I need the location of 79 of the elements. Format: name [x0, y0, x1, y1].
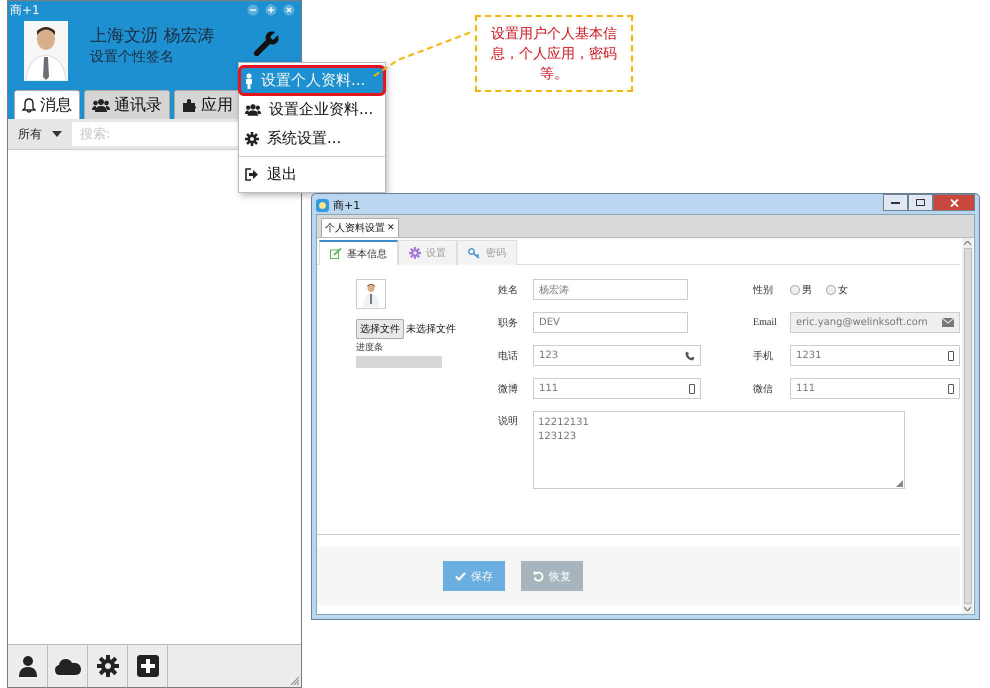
cloud-icon [54, 657, 80, 675]
minimize-icon[interactable] [247, 4, 259, 16]
app-icon [316, 199, 329, 212]
gear-icon [409, 247, 421, 259]
tab-title: 个人资料设置 [325, 222, 385, 235]
field-label: 微信 [753, 382, 774, 396]
resize-grip-icon[interactable] [896, 480, 903, 487]
field-label: 姓名 [498, 284, 519, 296]
resize-grip-icon[interactable] [289, 675, 299, 685]
sign-out-icon [245, 168, 259, 181]
undo-icon [533, 570, 544, 582]
notes-field[interactable]: 12212131 123123 [533, 411, 905, 489]
close-icon[interactable] [283, 4, 295, 16]
gear-icon [245, 132, 259, 146]
field-label: 手机 [753, 350, 774, 362]
puzzle-icon [182, 98, 197, 112]
signature-text[interactable]: 设置个性签名 [90, 47, 251, 67]
tab[interactable]: 设置 [398, 240, 457, 265]
save-button[interactable]: 保存 [443, 561, 505, 591]
choose-file-button[interactable]: 选择文件 [356, 319, 404, 339]
close-button[interactable] [933, 194, 975, 211]
edit-icon [330, 248, 342, 259]
person-icon [245, 72, 253, 88]
field-label: 微博 [498, 382, 519, 396]
bell-icon [22, 98, 36, 112]
input-field[interactable]: DEV [533, 312, 688, 333]
input-field[interactable]: 111 [533, 378, 701, 399]
filter-dropdown[interactable]: 所有 [8, 119, 72, 149]
field-label: 说明 [498, 415, 519, 428]
mobile-icon [948, 350, 954, 360]
field-label: 职务 [498, 316, 519, 330]
tab[interactable]: 应用 [174, 90, 241, 119]
wrench-icon[interactable] [251, 29, 281, 59]
maximize-button[interactable] [908, 194, 933, 211]
user-name: 上海文沥 杨宏涛 [90, 25, 216, 47]
input-field[interactable]: 123 [533, 345, 701, 366]
maximize-icon[interactable] [265, 4, 277, 16]
settings-icon [96, 655, 118, 677]
file-status: 未选择文件 [406, 322, 456, 336]
field-label: 电话 [498, 350, 519, 362]
field-label: 性别 [753, 284, 774, 296]
mobile-icon [689, 384, 695, 394]
tab[interactable]: 消息 [14, 90, 80, 119]
key-icon [468, 248, 481, 258]
input-field[interactable]: 1231 [790, 345, 960, 366]
menu-item[interactable]: 设置企业资料... [239, 95, 385, 124]
mobile-icon [948, 384, 954, 394]
tab[interactable]: 基本信息 [319, 240, 398, 265]
input-field[interactable]: 111 [790, 378, 960, 399]
check-icon [455, 572, 466, 580]
menu-item[interactable]: 系统设置... [239, 124, 385, 153]
person-icon [16, 655, 38, 677]
close-icon [950, 198, 958, 206]
tab[interactable]: 通讯录 [84, 90, 170, 119]
radio-option[interactable]: 女 [826, 282, 848, 296]
progress-label: 进度条 [356, 342, 383, 354]
caret-icon [52, 131, 62, 137]
document-tab[interactable]: 个人资料设置 ✕ [321, 218, 399, 237]
mail-icon [942, 318, 954, 327]
callout-note: 设置用户个人基本信息，个人应用，密码等。 [475, 15, 633, 92]
minimize-button[interactable] [883, 194, 908, 211]
menu-item[interactable]: 设置个人资料... [239, 66, 385, 95]
minimize-icon [891, 202, 900, 204]
field-label: Email [753, 317, 778, 328]
maximize-icon [916, 199, 925, 206]
menu-item[interactable]: 退出 [239, 160, 385, 189]
window-title: 商+1 [10, 2, 40, 18]
input-field[interactable]: 杨宏涛 [533, 279, 688, 300]
avatar-icon[interactable] [24, 21, 68, 81]
tab[interactable]: 密码 [457, 240, 517, 265]
phone-icon [685, 350, 695, 360]
close-icon[interactable]: ✕ [387, 223, 395, 233]
input-field[interactable]: eric.yang@welinksoft.com [790, 312, 960, 333]
radio-option[interactable]: 男 [790, 282, 812, 296]
add-icon [136, 655, 158, 677]
group-icon [245, 103, 261, 116]
scrollbar[interactable] [962, 238, 973, 614]
group-icon [92, 98, 110, 112]
window-title: 商+1 [333, 198, 360, 213]
